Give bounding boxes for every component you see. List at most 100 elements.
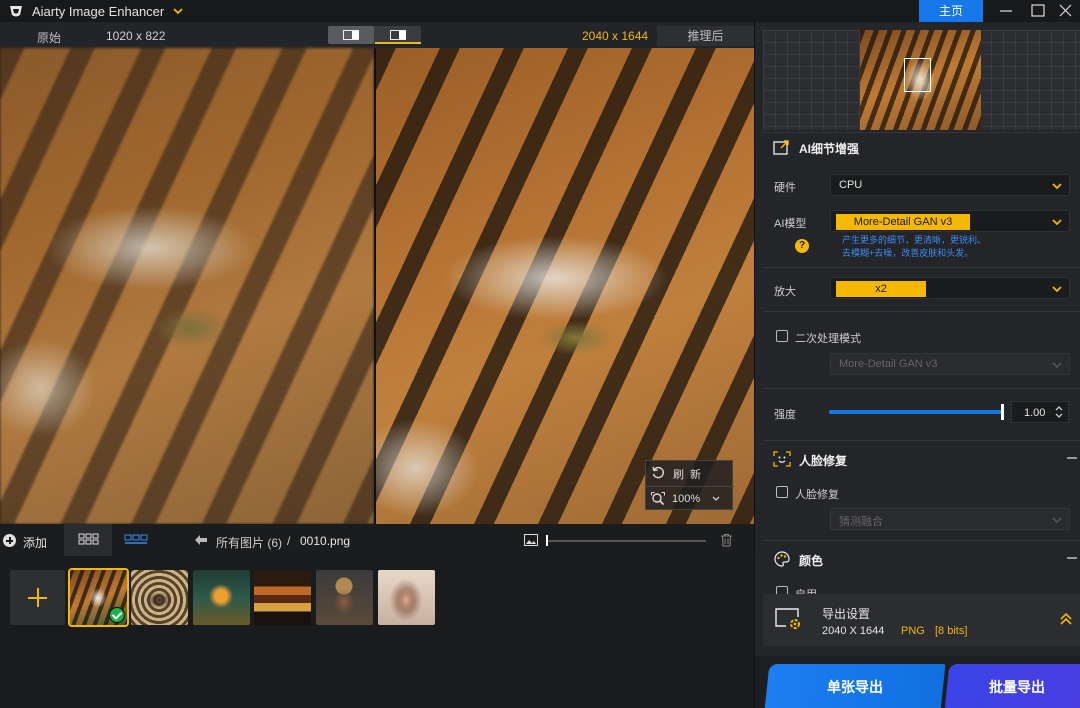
- thumbnail-steampunk-dog[interactable]: [316, 570, 373, 625]
- divider: [763, 267, 1080, 268]
- color-enable-row-clipped: 启用: [755, 582, 1080, 594]
- single-export-button[interactable]: 单张导出: [764, 664, 946, 708]
- refresh-button[interactable]: 刷新: [646, 461, 734, 486]
- color-enable-checkbox[interactable]: [776, 586, 788, 594]
- chevron-down-icon: [1052, 219, 1062, 226]
- strength-value: 1.00: [1024, 407, 1046, 419]
- chevron-down-icon: [1052, 517, 1062, 524]
- face-icon: [773, 451, 791, 467]
- home-button[interactable]: 主页: [919, 0, 983, 22]
- preview-controls: 刷新 100%: [645, 460, 734, 511]
- add-image-tile[interactable]: [10, 570, 65, 625]
- output-size: 2040 x 1644: [582, 29, 649, 43]
- collapse-icon[interactable]: [1067, 457, 1077, 459]
- refresh-label: 刷新: [673, 469, 707, 481]
- minimize-icon[interactable]: [990, 0, 1022, 22]
- strength-slider-handle[interactable]: [1001, 404, 1004, 420]
- add-circle-icon: [3, 534, 16, 547]
- chevron-down-icon: [1052, 183, 1062, 190]
- batch-export-button[interactable]: 批量导出: [944, 664, 1080, 708]
- thumbnail-strip: [0, 556, 754, 708]
- upscale-value: x2: [836, 281, 926, 297]
- breadcrumb-all-images[interactable]: 所有图片 (6): [216, 534, 282, 551]
- collapse-icon[interactable]: [1067, 557, 1077, 559]
- strength-input[interactable]: 1.00: [1011, 401, 1069, 423]
- enhanced-image-pane[interactable]: [376, 48, 754, 524]
- thumbnail-burger[interactable]: [254, 570, 311, 625]
- add-images-button[interactable]: 添加: [0, 524, 62, 556]
- ai-detail-section-header[interactable]: AI细节增强: [763, 132, 1080, 160]
- face-restore-title: 人脸修复: [799, 454, 848, 468]
- split-view-icon: [343, 30, 359, 40]
- divider: [763, 388, 1080, 389]
- model-description: 产生更多的细节，更清晰，更锐利。 去模糊+去噪，改善皮肤和头发。: [842, 234, 1062, 260]
- grid-view-icon: [78, 533, 99, 545]
- thumbnail-size-slider[interactable]: [546, 540, 706, 542]
- thumbnail-portrait-woman[interactable]: [378, 570, 435, 625]
- second-pass-checkbox[interactable]: [776, 330, 788, 342]
- strip-view-button[interactable]: [112, 524, 160, 556]
- side-by-side-icon: [390, 30, 406, 40]
- zoom-dropdown[interactable]: 100%: [646, 486, 734, 511]
- face-restore-section-header[interactable]: 人脸修复: [763, 444, 1080, 472]
- original-label: 原始: [37, 31, 62, 45]
- ai-model-label: AI模型: [774, 218, 807, 230]
- hardware-select[interactable]: CPU: [830, 174, 1070, 196]
- enhance-icon: [773, 140, 789, 155]
- divider: [763, 440, 1080, 441]
- navigator-preview[interactable]: [763, 30, 1080, 130]
- export-settings-card[interactable]: 导出设置 2040 X 1644 PNG [8 bits]: [763, 594, 1080, 646]
- chevron-down-icon: [712, 496, 720, 501]
- strength-slider[interactable]: [829, 410, 1003, 414]
- thumbnail-fantasy-forest[interactable]: [193, 570, 250, 625]
- refresh-icon: [652, 466, 664, 479]
- add-label: 添加: [23, 536, 48, 550]
- grid-view-button[interactable]: [64, 524, 112, 556]
- ai-model-select[interactable]: More-Detail GAN v3: [830, 210, 1070, 232]
- second-pass-model-value: More-Detail GAN v3: [839, 358, 938, 370]
- color-enable-label: 启用: [795, 586, 817, 594]
- chevron-down-icon: [1052, 286, 1062, 293]
- ai-detail-title: AI细节增强: [799, 142, 860, 156]
- second-pass-model-select[interactable]: More-Detail GAN v3: [830, 353, 1070, 375]
- stepper-icon[interactable]: [1054, 404, 1064, 420]
- face-blend-select[interactable]: 猜测融合: [830, 508, 1070, 530]
- palette-icon: [774, 551, 790, 567]
- original-image-pane[interactable]: [0, 48, 374, 524]
- color-section-header[interactable]: 颜色: [763, 544, 1080, 572]
- export-settings-icon: [775, 608, 800, 629]
- chevron-down-icon: [1052, 362, 1062, 369]
- close-icon[interactable]: [1050, 0, 1080, 22]
- chevron-up-double-icon[interactable]: [1059, 612, 1073, 626]
- gallery-toolbar: 添加 所有图片 (6) / 0010.png: [0, 524, 754, 556]
- help-icon[interactable]: ?: [795, 239, 809, 253]
- breadcrumb-separator: /: [287, 534, 291, 548]
- after-label: 推理后: [657, 26, 754, 46]
- settings-panel: AI细节增强 硬件 CPU AI模型 More-Detail GAN v3 ? …: [754, 22, 1080, 708]
- side-by-side-button[interactable]: [375, 26, 421, 44]
- hardware-value: CPU: [839, 179, 863, 191]
- back-arrow-icon[interactable]: [194, 534, 208, 546]
- app-logo-icon: [10, 6, 22, 17]
- thumbnail-tiger[interactable]: [68, 568, 129, 627]
- trash-icon[interactable]: [720, 533, 733, 547]
- original-size: 1020 x 822: [106, 29, 166, 43]
- export-settings-title: 导出设置: [822, 607, 871, 621]
- thumbnail-butterfly[interactable]: [131, 570, 188, 625]
- strength-label: 强度: [774, 409, 796, 421]
- export-buttons: 单张导出 批量导出: [755, 656, 1080, 708]
- hardware-label: 硬件: [774, 182, 796, 194]
- ai-model-value: More-Detail GAN v3: [836, 214, 970, 230]
- app-title: Aiarty Image Enhancer: [32, 4, 165, 19]
- navigator-viewport[interactable]: [904, 58, 931, 92]
- chevron-down-icon[interactable]: [171, 4, 185, 18]
- thumbnail-size-handle[interactable]: [546, 535, 548, 546]
- divider: [763, 540, 1080, 541]
- face-restore-checkbox[interactable]: [776, 486, 788, 498]
- upscale-select[interactable]: x2: [830, 277, 1070, 299]
- zoom-value: 100%: [672, 493, 701, 505]
- model-description-line: 产生更多的细节，更清晰，更锐利。: [842, 235, 987, 245]
- split-view-button[interactable]: [328, 26, 374, 44]
- face-restore-label: 人脸修复: [795, 489, 839, 501]
- export-size: 2040 X 1644: [822, 625, 885, 637]
